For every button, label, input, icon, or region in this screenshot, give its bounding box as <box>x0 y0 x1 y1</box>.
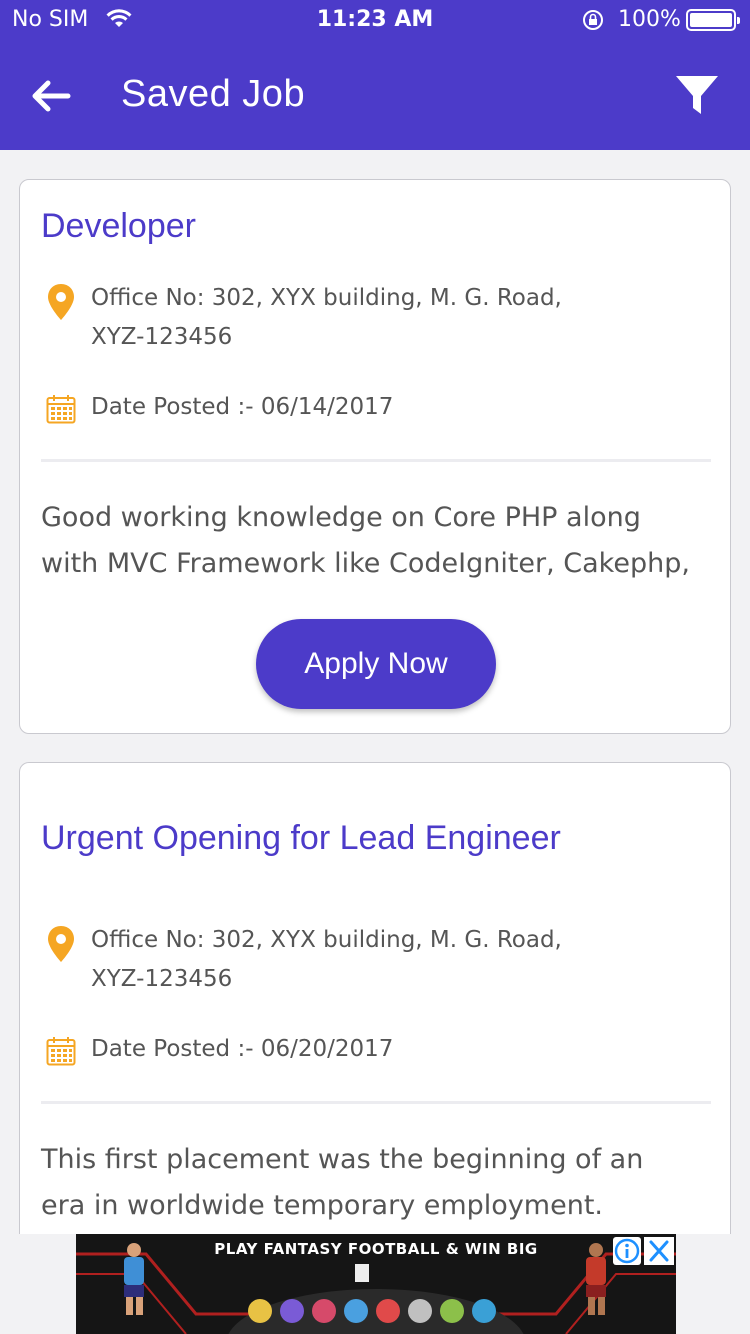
divider <box>41 1101 711 1104</box>
date-posted: Date Posted :- 06/14/2017 <box>91 394 394 420</box>
calendar-icon <box>46 395 76 424</box>
address-line-1: Office No: 302, XYX building, M. G. Road… <box>91 927 562 953</box>
ad-headline: PLAY FANTASY FOOTBALL & WIN BIG <box>214 1240 538 1258</box>
ad-info-icon[interactable] <box>613 1237 641 1265</box>
address-line-1: Office No: 302, XYX building, M. G. Road… <box>91 285 562 311</box>
job-address: Office No: 302, XYX building, M. G. Road… <box>91 921 691 999</box>
description-line-1: This first placement was the beginning o… <box>41 1144 644 1175</box>
divider <box>41 459 711 462</box>
job-title[interactable]: Developer <box>41 207 196 246</box>
job-description: This first placement was the beginning o… <box>41 1137 716 1229</box>
calendar-icon <box>46 1037 76 1066</box>
page-title: Saved Job <box>121 73 306 115</box>
battery-icon <box>686 9 740 31</box>
description-line-1: Good working knowledge on Core PHP along <box>41 502 641 533</box>
filter-icon[interactable] <box>672 70 722 120</box>
status-bar: No SIM 11:23 AM 100% <box>0 0 750 40</box>
ad-banner[interactable]: PLAY FANTASY FOOTBALL & WIN BIG <box>76 1234 676 1334</box>
ad-close-icon[interactable] <box>644 1237 674 1265</box>
job-card[interactable]: Urgent Opening for Lead Engineer Office … <box>19 762 731 1234</box>
description-line-2: era in worldwide temporary employment. <box>41 1190 604 1221</box>
battery-percent: 100% <box>618 7 681 32</box>
address-line-2: XYZ-123456 <box>91 966 233 992</box>
address-line-2: XYZ-123456 <box>91 324 233 350</box>
job-title[interactable]: Urgent Opening for Lead Engineer <box>41 819 561 858</box>
rotation-lock-icon <box>583 10 603 30</box>
job-description: Good working knowledge on Core PHP along… <box>41 495 716 587</box>
saved-job-list[interactable]: Developer Office No: 302, XYX building, … <box>0 150 750 1234</box>
location-pin-icon <box>48 926 74 962</box>
job-address: Office No: 302, XYX building, M. G. Road… <box>91 279 691 357</box>
location-pin-icon <box>48 284 74 320</box>
date-posted: Date Posted :- 06/20/2017 <box>91 1036 394 1062</box>
job-card[interactable]: Developer Office No: 302, XYX building, … <box>19 179 731 734</box>
app-bar: Saved Job <box>0 40 750 150</box>
description-line-2: with MVC Framework like CodeIgniter, Cak… <box>41 548 690 579</box>
apply-now-button[interactable]: Apply Now <box>256 619 496 709</box>
back-arrow-icon[interactable] <box>26 72 74 120</box>
